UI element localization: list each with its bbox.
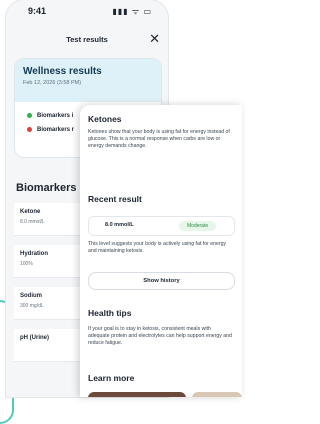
wellness-title: Wellness results: [23, 66, 102, 77]
biomarkers-in-range-line: Biomarkers i: [27, 113, 73, 119]
detail-description: Ketones show that your body is using fat…: [88, 129, 230, 150]
biomarker-name: Ketone: [20, 209, 41, 215]
biomarkers-out-range-label: Biomarkers r: [37, 127, 75, 134]
wellness-header: Wellness results Feb 12, 2026 (3:58 PM): [15, 59, 161, 102]
red-dot-icon: [27, 127, 32, 132]
wellness-date: Feb 12, 2026 (3:58 PM): [23, 80, 82, 86]
status-badge: Moderate: [179, 221, 217, 231]
detail-title: Ketones: [88, 114, 122, 124]
show-history-button[interactable]: Show history: [88, 272, 235, 290]
biomarkers-out-range-line: Biomarkers r: [27, 127, 74, 133]
status-icons: ▮▮▮ ᯤ ▭: [112, 7, 152, 16]
result-value: 8.0 mmol/L: [105, 222, 134, 228]
learn-more-heading: Learn more: [88, 373, 135, 383]
status-bar: 9:41 ▮▮▮ ᯤ ▭: [6, 0, 168, 22]
biomarker-value: 300 mg/dL: [20, 303, 44, 309]
biomarkers-heading: Biomarkers: [16, 182, 77, 194]
recent-result-heading: Recent result: [88, 194, 142, 204]
biomarker-name: Hydration: [20, 251, 49, 257]
nav-bar: Test results ✕: [6, 31, 168, 48]
learn-more-thumbnail[interactable]: [192, 392, 242, 397]
status-time: 9:41: [28, 6, 47, 16]
biomarker-name: pH (Urine): [20, 335, 49, 341]
page-title: Test results: [66, 35, 108, 44]
ketones-detail-sheet: Ketones Ketones show that your body is u…: [80, 105, 242, 397]
health-tips-heading: Health tips: [88, 308, 132, 318]
biomarker-value: 100%: [20, 261, 33, 267]
health-tips-text: If your goal is to stay in ketosis, cons…: [88, 326, 232, 347]
learn-more-thumbnail[interactable]: [88, 392, 186, 397]
green-dot-icon: [27, 113, 32, 118]
biomarker-name: Sodium: [20, 293, 42, 299]
close-icon[interactable]: ✕: [149, 31, 160, 47]
result-explanation: This level suggests your body is activel…: [88, 241, 227, 255]
recent-result-box: 8.0 mmol/L Moderate: [88, 216, 235, 236]
biomarker-value: 8.0 mmol/L: [20, 219, 45, 225]
biomarkers-in-range-label: Biomarkers i: [37, 113, 74, 120]
